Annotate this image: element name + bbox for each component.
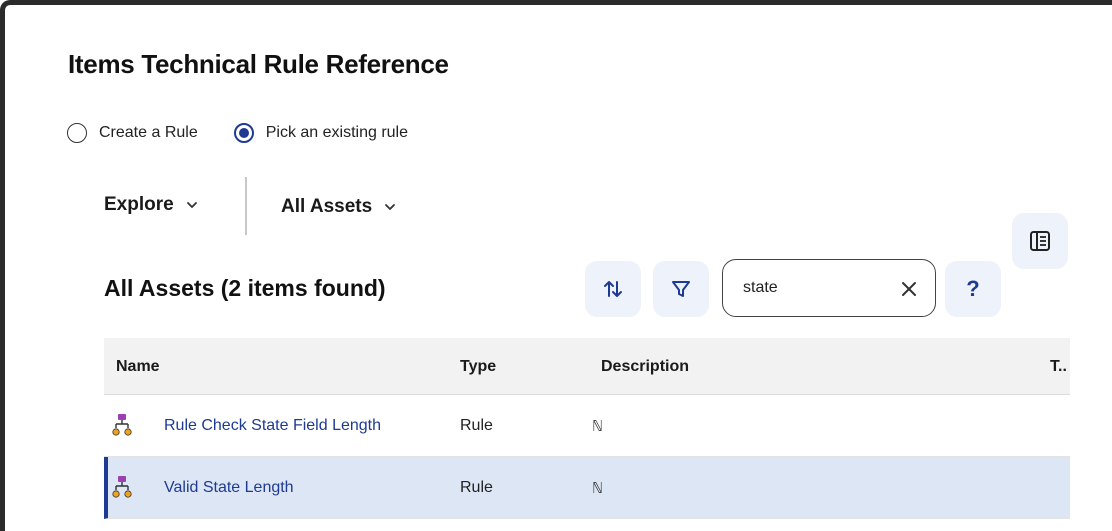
dialog-title: Items Technical Rule Reference bbox=[68, 49, 449, 79]
sort-button[interactable] bbox=[585, 261, 641, 317]
help-icon: ? bbox=[966, 276, 980, 301]
asset-name-link[interactable]: Valid State Length bbox=[164, 479, 294, 497]
search-input[interactable] bbox=[743, 277, 883, 299]
navigation-bar: Explore All Assets bbox=[5, 177, 1112, 237]
search-field[interactable] bbox=[722, 259, 936, 317]
asset-type: Rule bbox=[460, 479, 493, 496]
nav-divider bbox=[245, 177, 247, 235]
asset-description: ℕ bbox=[593, 417, 603, 435]
asset-scope-label: All Assets bbox=[281, 196, 373, 217]
table-row-selected[interactable]: Valid State Length Rule ℕ bbox=[104, 457, 1070, 519]
panel-toggle-button[interactable] bbox=[1012, 213, 1068, 269]
rule-hierarchy-icon bbox=[112, 414, 132, 436]
asset-type: Rule bbox=[460, 417, 493, 434]
radio-label: Pick an existing rule bbox=[265, 124, 409, 141]
help-button[interactable]: ? bbox=[945, 261, 1001, 317]
filter-funnel-icon bbox=[672, 281, 690, 297]
column-header-type[interactable]: Type bbox=[460, 358, 496, 376]
assets-table: Name Type Description T.. Rule Check Sta… bbox=[104, 338, 1070, 519]
explore-dropdown-label: Explore bbox=[104, 194, 174, 215]
create-rule-radio[interactable]: Create a Rule bbox=[67, 123, 198, 143]
column-header-truncated[interactable]: T.. bbox=[1050, 358, 1067, 376]
filter-button[interactable] bbox=[653, 261, 709, 317]
panel-layout-icon bbox=[1030, 231, 1050, 251]
pick-existing-rule-radio[interactable]: Pick an existing rule bbox=[233, 123, 409, 143]
chevron-down-icon bbox=[186, 202, 197, 208]
rule-mode-radio-group: Create a Rule Pick an existing rule bbox=[67, 123, 408, 143]
dialog-frame: Items Technical Rule Reference Create a … bbox=[0, 0, 1112, 531]
asset-name-link[interactable]: Rule Check State Field Length bbox=[164, 417, 381, 435]
explore-dropdown[interactable]: Explore bbox=[104, 194, 198, 216]
column-header-name[interactable]: Name bbox=[116, 358, 160, 376]
rule-hierarchy-icon bbox=[112, 476, 132, 498]
asset-description: ℕ bbox=[593, 479, 603, 497]
asset-scope-dropdown[interactable]: All Assets bbox=[281, 196, 396, 218]
radio-circle[interactable] bbox=[67, 123, 87, 143]
close-icon[interactable] bbox=[899, 279, 919, 299]
results-heading: All Assets (2 items found) bbox=[104, 275, 386, 301]
radio-circle-selected[interactable] bbox=[233, 123, 254, 143]
table-row[interactable]: Rule Check State Field Length Rule ℕ bbox=[104, 395, 1070, 457]
sort-arrows-icon bbox=[604, 281, 622, 297]
table-header: Name Type Description T.. bbox=[104, 338, 1070, 395]
radio-label: Create a Rule bbox=[99, 124, 198, 141]
chevron-down-icon bbox=[385, 204, 396, 210]
column-header-description[interactable]: Description bbox=[601, 358, 689, 376]
